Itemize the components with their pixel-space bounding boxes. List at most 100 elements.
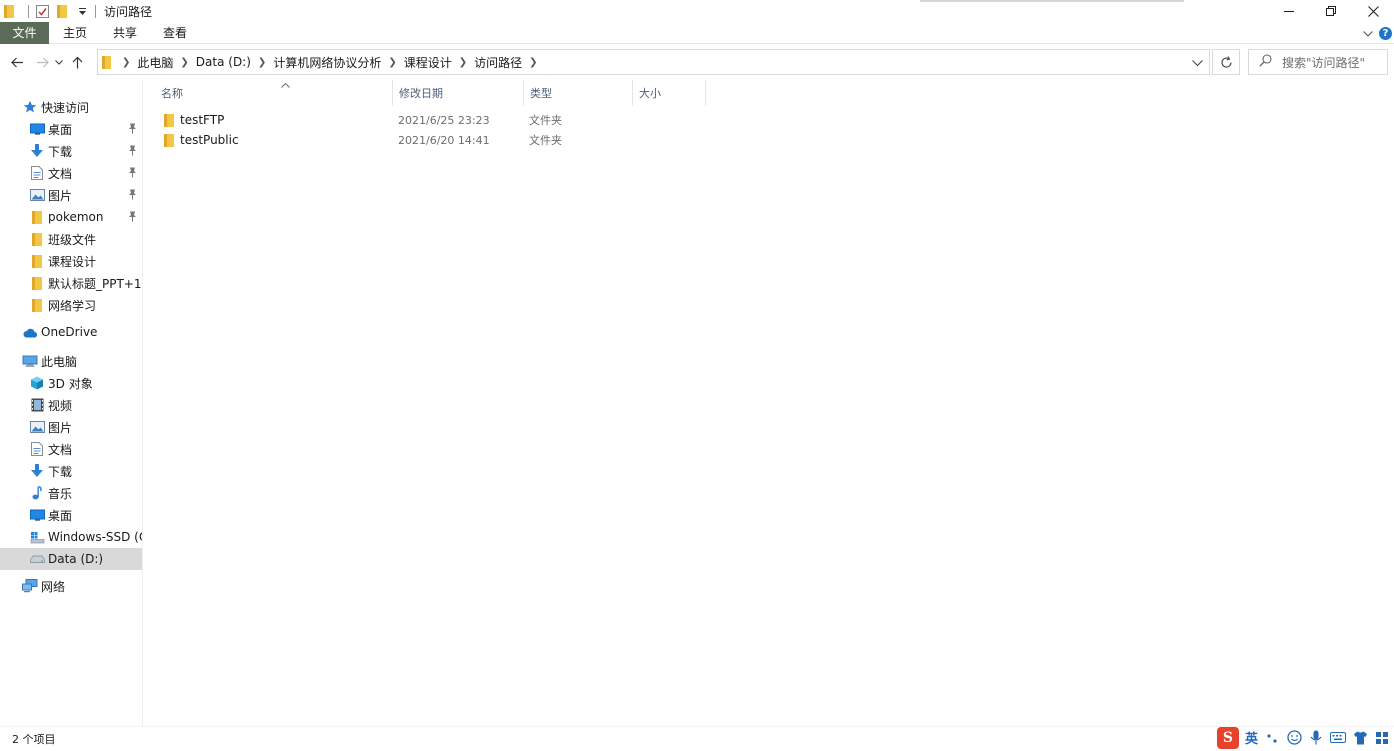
- back-button[interactable]: [7, 51, 27, 73]
- close-button[interactable]: [1352, 0, 1394, 22]
- sidebar-item-pokemon[interactable]: pokemon: [0, 206, 142, 228]
- chevron-right-icon[interactable]: ❯: [529, 57, 537, 68]
- chevron-right-icon[interactable]: ❯: [388, 57, 396, 68]
- breadcrumb-this-pc[interactable]: 此电脑: [137, 54, 173, 71]
- column-header-name[interactable]: 名称: [155, 80, 393, 106]
- desktop-icon: [29, 121, 45, 137]
- breadcrumb-access-path[interactable]: 访问路径: [474, 54, 522, 71]
- sidebar-item-desktop-pc[interactable]: 桌面: [0, 504, 142, 526]
- sidebar-item-label: OneDrive: [41, 325, 98, 339]
- address-bar[interactable]: ❯ 此电脑 ❯ Data (D:) ❯ 计算机网络协议分析 ❯ 课程设计 ❯ 访…: [97, 49, 1210, 75]
- file-list-view: 名称 修改日期 类型 大小 testFTP 2021/6/25 23:23 文件…: [144, 80, 1394, 726]
- window-controls: [1268, 0, 1394, 22]
- sidebar-item-label: 音乐: [48, 486, 73, 501]
- minimize-button[interactable]: [1268, 0, 1310, 22]
- column-header-size[interactable]: 大小: [633, 80, 706, 106]
- punctuation-icon[interactable]: [1264, 730, 1280, 746]
- pin-icon[interactable]: [128, 211, 137, 225]
- sidebar-item-label: 此电脑: [41, 354, 78, 369]
- computer-icon: [22, 353, 38, 369]
- chevron-right-icon[interactable]: ❯: [459, 57, 467, 68]
- sidebar-item-windows-ssd[interactable]: Windows-SSD (C:): [0, 526, 142, 548]
- sidebar-item-course-design[interactable]: 课程设计: [0, 250, 142, 272]
- folder-icon: [29, 275, 45, 291]
- sidebar-item-label: 下载: [48, 464, 73, 479]
- sidebar-item-documents[interactable]: 文档: [0, 162, 142, 184]
- sidebar-item-videos[interactable]: 视频: [0, 394, 142, 416]
- sidebar-item-network[interactable]: 网络: [0, 575, 142, 597]
- download-icon: [29, 463, 45, 479]
- folder-icon: [102, 55, 111, 69]
- address-dropdown-icon[interactable]: [1192, 56, 1203, 70]
- tab-view[interactable]: 查看: [150, 22, 200, 44]
- chevron-right-icon[interactable]: ❯: [122, 57, 130, 68]
- restore-button[interactable]: [1310, 0, 1352, 22]
- sidebar-item-downloads-pc[interactable]: 下载: [0, 460, 142, 482]
- pin-icon[interactable]: [128, 189, 137, 203]
- chevron-right-icon[interactable]: ❯: [180, 57, 188, 68]
- document-icon: [29, 165, 45, 181]
- breadcrumb-data-drive[interactable]: Data (D:): [196, 55, 251, 69]
- column-header-label: 名称: [161, 87, 183, 100]
- pin-icon[interactable]: [128, 145, 137, 159]
- help-icon[interactable]: ?: [1379, 26, 1392, 40]
- column-header-label: 大小: [639, 87, 661, 100]
- tab-home[interactable]: 主页: [50, 22, 100, 44]
- sidebar-item-3d-objects[interactable]: 3D 对象: [0, 372, 142, 394]
- sidebar-item-label: 图片: [48, 188, 73, 203]
- keyboard-icon[interactable]: [1330, 730, 1346, 746]
- sidebar-item-desktop[interactable]: 桌面: [0, 118, 142, 140]
- ime-language[interactable]: 英: [1245, 728, 1258, 747]
- pin-icon[interactable]: [128, 167, 137, 181]
- sidebar-item-documents-pc[interactable]: 文档: [0, 438, 142, 460]
- sidebar-item-onedrive[interactable]: OneDrive: [0, 321, 142, 343]
- sidebar-item-music[interactable]: 音乐: [0, 482, 142, 504]
- sidebar-item-class-files[interactable]: 班级文件: [0, 228, 142, 250]
- sidebar-item-label: 课程设计: [48, 254, 97, 269]
- pin-icon[interactable]: [128, 123, 137, 137]
- column-header-type[interactable]: 类型: [524, 80, 633, 106]
- new-folder-icon[interactable]: [55, 4, 69, 18]
- sogou-ime-logo[interactable]: S: [1216, 726, 1239, 749]
- file-name: testFTP: [180, 113, 225, 127]
- tab-share[interactable]: 共享: [100, 22, 150, 44]
- recent-locations-button[interactable]: [52, 51, 66, 73]
- sidebar-item-pictures-pc[interactable]: 图片: [0, 416, 142, 438]
- sidebar-item-label: 桌面: [48, 508, 73, 523]
- sidebar-item-this-pc[interactable]: 此电脑: [0, 350, 142, 372]
- search-box[interactable]: 搜索"访问路径": [1248, 49, 1388, 75]
- file-modified: 2021/6/20 14:41: [398, 133, 490, 147]
- up-button[interactable]: [67, 51, 87, 73]
- item-count: 2 个项目: [12, 733, 56, 746]
- forward-button[interactable]: [32, 51, 52, 73]
- title-bar: 访问路径: [0, 0, 1394, 22]
- skin-icon[interactable]: [1352, 730, 1368, 746]
- network-icon: [22, 578, 38, 594]
- chevron-right-icon[interactable]: ❯: [258, 57, 266, 68]
- customize-toolbar-icon[interactable]: [75, 4, 89, 18]
- file-row-testpublic[interactable]: testPublic 2021/6/20 14:41 文件夹: [154, 130, 754, 150]
- sidebar-item-label: 文档: [48, 166, 73, 181]
- expand-ribbon-icon[interactable]: [1363, 26, 1373, 40]
- tab-file[interactable]: 文件: [0, 21, 49, 44]
- sidebar-item-data-drive[interactable]: Data (D:): [0, 548, 142, 570]
- refresh-button[interactable]: [1212, 49, 1240, 75]
- column-header-modified[interactable]: 修改日期: [393, 80, 524, 106]
- properties-icon[interactable]: [35, 4, 49, 18]
- sidebar-item-network-study[interactable]: 网络学习: [0, 294, 142, 316]
- sidebar-item-default-title-ppt[interactable]: 默认标题_PPT+16_: [0, 272, 142, 294]
- breadcrumb-course-design[interactable]: 课程设计: [404, 54, 452, 71]
- sidebar-item-label: 图片: [48, 420, 73, 435]
- sidebar-item-label: 视频: [48, 398, 73, 413]
- sidebar-item-downloads[interactable]: 下载: [0, 140, 142, 162]
- file-row-testftp[interactable]: testFTP 2021/6/25 23:23 文件夹: [154, 110, 754, 130]
- toolbox-icon[interactable]: [1374, 730, 1390, 746]
- sidebar-item-quick-access[interactable]: 快速访问: [0, 96, 142, 118]
- sidebar-item-pictures[interactable]: 图片: [0, 184, 142, 206]
- file-type: 文件夹: [529, 134, 562, 147]
- file-type: 文件夹: [529, 114, 562, 127]
- emoji-icon[interactable]: [1286, 730, 1302, 746]
- system-drive-icon: [29, 529, 45, 545]
- microphone-icon[interactable]: [1308, 730, 1324, 746]
- breadcrumb-network-analysis[interactable]: 计算机网络协议分析: [273, 54, 381, 71]
